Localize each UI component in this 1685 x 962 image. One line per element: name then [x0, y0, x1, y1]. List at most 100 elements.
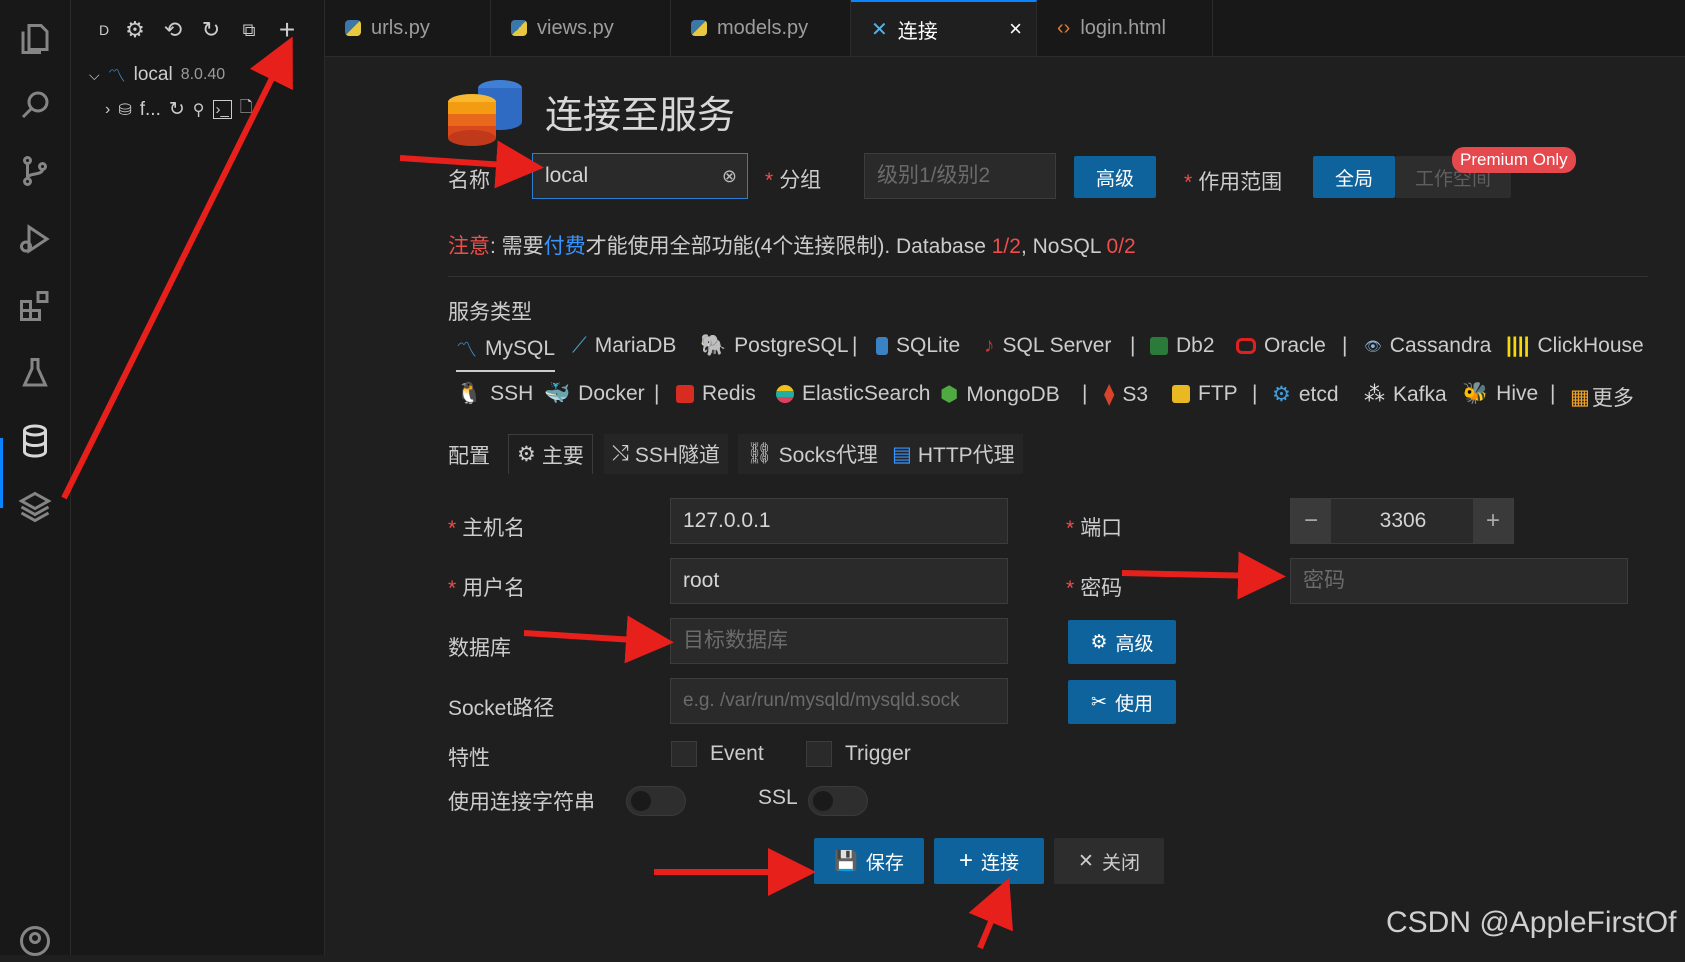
host-input[interactable]: [670, 498, 1008, 544]
group-advanced-button[interactable]: 高级: [1074, 156, 1156, 198]
service-label: ElasticSearch: [802, 382, 931, 405]
history-icon[interactable]: ⟲: [161, 18, 185, 42]
terminal-icon[interactable]: ›_: [212, 100, 232, 119]
tab-views[interactable]: views.py: [491, 0, 671, 56]
tab-main[interactable]: ⚙ 主要: [508, 434, 593, 474]
service-kafka[interactable]: ⁂ Kafka: [1364, 382, 1447, 407]
service-postgresql[interactable]: 🐘 PostgreSQL: [700, 334, 849, 358]
service-sqlite[interactable]: SQLite: [876, 334, 960, 358]
password-input-field[interactable]: [1301, 568, 1617, 594]
service-label: MariaDB: [594, 334, 677, 357]
save-button[interactable]: 💾 保存: [814, 838, 924, 884]
database-icon[interactable]: [14, 420, 56, 462]
tab-label: Socks代理: [778, 444, 878, 467]
scope-global-button[interactable]: 全局: [1313, 156, 1395, 198]
username-input-field[interactable]: [681, 568, 997, 594]
username-input[interactable]: [670, 558, 1008, 604]
tab-urls[interactable]: urls.py: [325, 0, 491, 56]
account-icon[interactable]: [14, 920, 56, 962]
service-clickhouse[interactable]: |||| ClickHouse: [1506, 334, 1644, 358]
explorer-icon[interactable]: [14, 18, 56, 60]
port-decrement-button[interactable]: −: [1291, 499, 1331, 543]
database-input-field[interactable]: [681, 628, 997, 654]
advanced-button[interactable]: ⚙ 高级: [1068, 620, 1176, 664]
elasticsearch-icon: [776, 385, 794, 403]
service-s3[interactable]: ⧫ S3: [1104, 382, 1148, 407]
close-button-label: 关闭: [1101, 852, 1140, 874]
run-debug-icon[interactable]: [14, 218, 56, 260]
socket-input[interactable]: [670, 678, 1008, 724]
tab-ssh-tunnel[interactable]: ⤭ SSH隧道: [604, 434, 728, 474]
file-icon[interactable]: 🗋: [240, 96, 253, 123]
collapse-all-icon[interactable]: ⧉: [237, 18, 261, 42]
clear-icon[interactable]: ⊗: [722, 166, 737, 187]
tab-label: models.py: [717, 16, 809, 39]
close-icon[interactable]: ×: [1009, 16, 1022, 42]
tab-socks-proxy[interactable]: ⛓ Socks代理: [738, 434, 886, 474]
extensions-icon[interactable]: [14, 285, 56, 327]
service-hive[interactable]: 🐝 Hive: [1462, 382, 1538, 406]
search-icon[interactable]: [14, 84, 56, 126]
postgresql-icon: 🐘: [700, 334, 727, 357]
separator: |: [1130, 334, 1136, 357]
layers-icon[interactable]: [14, 486, 56, 528]
trigger-checkbox[interactable]: [806, 741, 832, 767]
service-type-label: 服务类型: [448, 301, 532, 324]
service-label: Hive: [1496, 382, 1539, 405]
service-mariadb[interactable]: ⟋ MariaDB: [572, 334, 676, 358]
service-label: etcd: [1298, 382, 1339, 406]
service-label: SQL Server: [1002, 334, 1112, 357]
service-oracle[interactable]: Oracle: [1236, 334, 1326, 358]
service-docker[interactable]: 🐳 Docker: [544, 382, 645, 406]
service-cassandra[interactable]: 👁 Cassandra: [1364, 334, 1491, 358]
host-input-field[interactable]: [681, 508, 997, 534]
refresh-icon[interactable]: ↻: [169, 98, 185, 121]
use-button[interactable]: ✂ 使用: [1068, 680, 1176, 724]
service-sqlserver[interactable]: ♪ SQL Server: [984, 334, 1111, 358]
service-mysql[interactable]: 〽 MySQL: [456, 334, 556, 372]
service-ssh[interactable]: 🐧 SSH: [456, 382, 533, 406]
tab-models[interactable]: models.py: [671, 0, 851, 56]
host-label: * 主机名: [448, 517, 526, 540]
testing-icon[interactable]: [14, 352, 56, 394]
name-input[interactable]: ⊗: [532, 153, 748, 199]
tab-connect[interactable]: ✕ 连接 ×: [851, 0, 1037, 56]
event-checkbox[interactable]: [671, 741, 697, 767]
tab-login[interactable]: ‹› login.html: [1037, 0, 1213, 56]
name-input-field[interactable]: [543, 163, 722, 189]
service-etcd[interactable]: ⚙ etcd: [1272, 382, 1339, 407]
database-input[interactable]: [670, 618, 1008, 664]
gear-icon[interactable]: ⚙: [123, 18, 147, 42]
socket-input-field[interactable]: [681, 689, 997, 713]
group-input-field[interactable]: [875, 163, 1045, 189]
add-connection-icon[interactable]: +: [275, 16, 299, 44]
connection-node[interactable]: ⌵ 〽 local 8.0.40: [89, 62, 225, 88]
connect-button[interactable]: + 连接: [934, 838, 1044, 884]
watermark: CSDN @AppleFirstOf: [1386, 906, 1677, 939]
name-label: 名称: [448, 169, 490, 192]
service-ftp[interactable]: FTP: [1172, 382, 1238, 406]
pay-link[interactable]: 付费: [544, 235, 586, 258]
port-increment-button[interactable]: +: [1473, 499, 1513, 543]
port-stepper[interactable]: − 3306 +: [1290, 498, 1514, 544]
active-indicator: [0, 438, 3, 508]
redis-icon: [676, 385, 694, 403]
divider: [448, 276, 1648, 277]
search-icon[interactable]: ⚲: [193, 100, 205, 120]
tab-http-proxy[interactable]: ▤ HTTP代理: [884, 434, 1023, 474]
child-node[interactable]: › ⛁ f... ↻ ⚲ ›_ 🗋: [105, 96, 253, 123]
save-icon: 💾: [834, 851, 858, 872]
ssl-toggle[interactable]: [808, 786, 868, 816]
refresh-icon[interactable]: ↻: [199, 18, 223, 42]
service-more[interactable]: ▦ 更多: [1570, 382, 1634, 412]
source-control-icon[interactable]: [14, 150, 56, 192]
service-mongodb[interactable]: ⬢ MongoDB: [940, 382, 1060, 407]
group-input[interactable]: [864, 153, 1056, 199]
connection-string-toggle[interactable]: [626, 786, 686, 816]
service-redis[interactable]: Redis: [676, 382, 756, 406]
password-input[interactable]: [1290, 558, 1628, 604]
close-button[interactable]: ✕ 关闭: [1054, 838, 1164, 884]
service-elasticsearch[interactable]: ElasticSearch: [776, 382, 930, 406]
service-db2[interactable]: Db2: [1150, 334, 1215, 358]
port-value[interactable]: 3306: [1331, 499, 1475, 543]
